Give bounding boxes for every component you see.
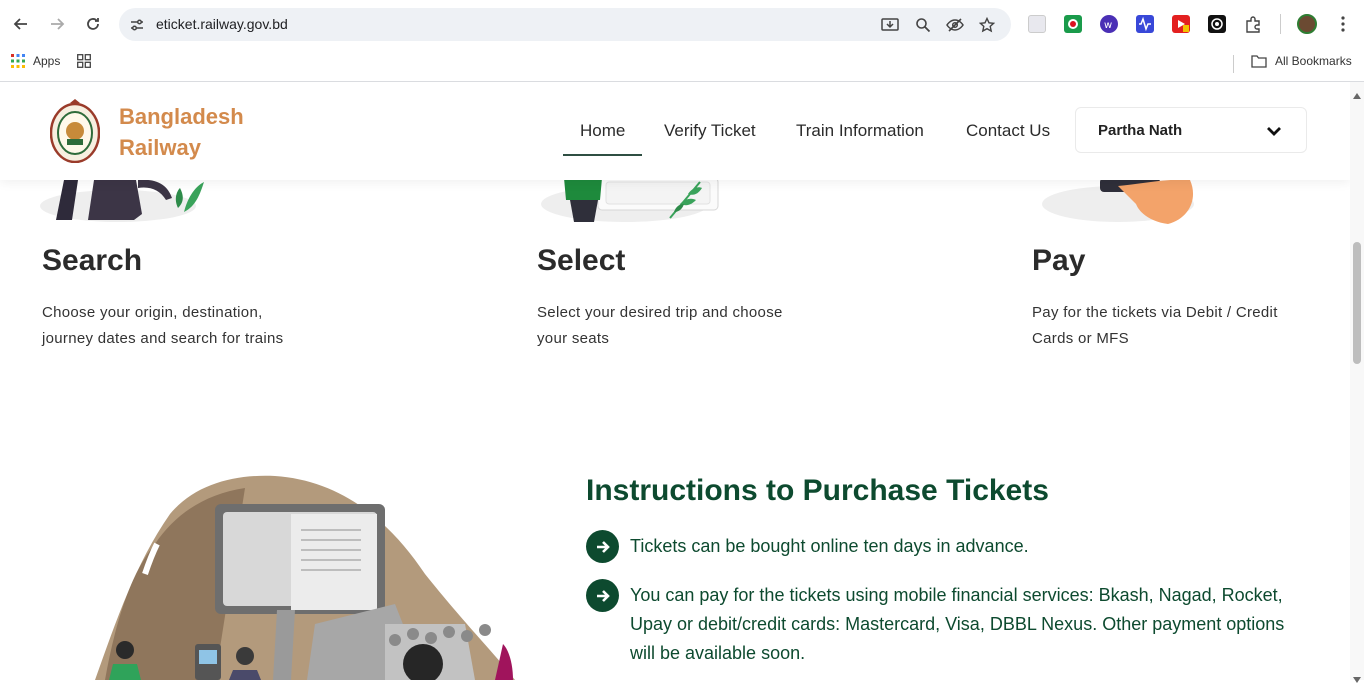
ticket-counter-illustration (95, 475, 515, 680)
step-pay-description: Pay for the tickets via Debit / Credit C… (1032, 300, 1278, 352)
scrollbar-thumb[interactable] (1353, 242, 1361, 364)
bookmarks-bar: Apps All Bookmarks (0, 48, 1364, 82)
nav-verify-ticket[interactable]: Verify Ticket (664, 121, 756, 141)
arrow-right-icon (586, 530, 619, 563)
profile-avatar[interactable] (1297, 14, 1317, 34)
browser-toolbar: eticket.railway.gov.bd w (0, 0, 1364, 48)
extension-play-icon[interactable] (1172, 15, 1190, 33)
page-scrollbar[interactable] (1350, 82, 1364, 683)
bookmarks-divider (1233, 55, 1234, 73)
step-search-desc-line-1: Choose your origin, destination, (42, 304, 263, 321)
select-illustration (541, 178, 719, 222)
step-select-description: Select your desired trip and choose your… (537, 300, 783, 352)
site-settings-icon[interactable] (127, 15, 147, 35)
user-name: Partha Nath (1098, 122, 1183, 139)
chevron-down-icon (1266, 124, 1282, 142)
scroll-up-icon[interactable] (1353, 86, 1361, 104)
bookmark-star-icon[interactable] (977, 15, 997, 35)
folder-icon (1251, 54, 1267, 73)
reload-icon[interactable] (81, 12, 105, 36)
tab-groups-icon[interactable] (77, 54, 91, 73)
all-bookmarks-link[interactable]: All Bookmarks (1275, 54, 1352, 68)
instruction-text: Tickets can be bought online ten days in… (630, 536, 1029, 556)
extension-record-icon[interactable] (1064, 15, 1082, 33)
address-bar[interactable]: eticket.railway.gov.bd (119, 8, 1011, 41)
pay-illustration (1042, 178, 1194, 224)
step-pay-desc-line-2: Cards or MFS (1032, 330, 1129, 347)
zoom-icon[interactable] (913, 15, 933, 35)
user-menu-dropdown[interactable]: Partha Nath (1075, 107, 1307, 153)
step-select-desc-line-2: your seats (537, 330, 610, 347)
nav-home[interactable]: Home (580, 121, 625, 141)
step-select-title: Select (537, 244, 626, 277)
bangladesh-railway-logo[interactable] (50, 99, 100, 163)
arrow-right-icon (586, 579, 619, 612)
site-header: Bangladesh Railway Home Verify Ticket Tr… (0, 82, 1350, 180)
step-search-title: Search (42, 244, 143, 277)
apps-grid-icon[interactable] (11, 54, 25, 73)
brand-name[interactable]: Bangladesh Railway (119, 101, 244, 163)
instruction-text: You can pay for the tickets using mobile… (630, 585, 1285, 663)
install-app-icon[interactable] (880, 15, 900, 35)
extensions-puzzle-icon[interactable] (1244, 15, 1262, 33)
brand-line-1: Bangladesh (119, 104, 244, 129)
step-search-description: Choose your origin, destination, journey… (42, 300, 283, 352)
extension-wave-icon[interactable] (1136, 15, 1154, 33)
eye-off-icon[interactable] (945, 15, 965, 35)
search-illustration (40, 179, 204, 222)
page-viewport: Bangladesh Railway Home Verify Ticket Tr… (0, 82, 1350, 680)
extension-camera-icon[interactable] (1208, 15, 1226, 33)
apps-bookmark[interactable]: Apps (33, 54, 60, 68)
step-search-desc-line-2: journey dates and search for trains (42, 330, 284, 347)
step-select-desc-line-1: Select your desired trip and choose (537, 304, 783, 321)
instructions-title: Instructions to Purchase Tickets (586, 474, 1049, 507)
step-pay-title: Pay (1032, 244, 1086, 277)
svg-text:w: w (1104, 20, 1112, 31)
nav-train-information[interactable]: Train Information (796, 121, 924, 141)
nav-contact-us[interactable]: Contact Us (966, 121, 1050, 141)
toolbar-divider (1280, 14, 1281, 34)
extension-grid-icon[interactable] (1028, 15, 1046, 33)
extension-w-icon[interactable]: w (1100, 15, 1118, 33)
brand-line-2: Railway (119, 135, 201, 160)
step-pay-desc-line-1: Pay for the tickets via Debit / Credit (1032, 304, 1278, 321)
nav-active-indicator (563, 154, 642, 156)
scroll-down-icon[interactable] (1353, 670, 1361, 688)
browser-menu-icon[interactable] (1331, 12, 1355, 36)
back-icon[interactable] (9, 12, 33, 36)
url-text[interactable]: eticket.railway.gov.bd (156, 16, 288, 32)
forward-icon[interactable] (45, 12, 69, 36)
